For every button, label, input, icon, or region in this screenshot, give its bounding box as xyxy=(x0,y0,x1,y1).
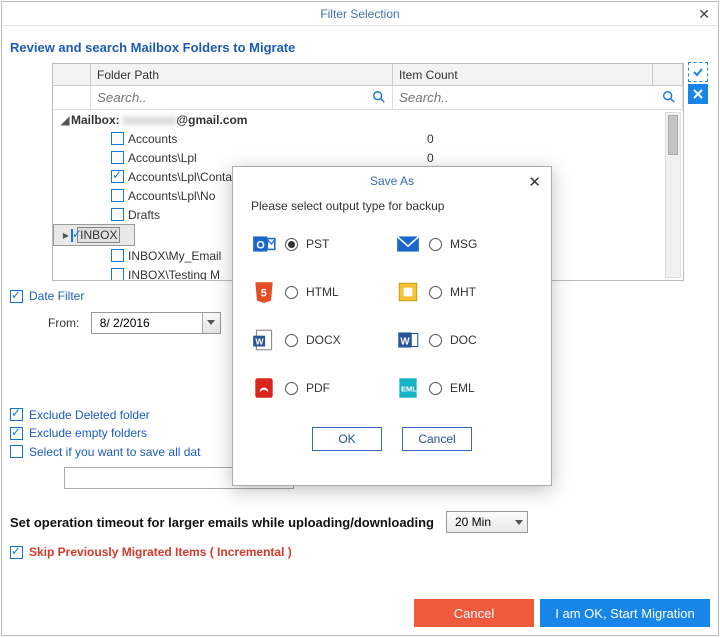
timeout-select[interactable]: 20 Min xyxy=(446,511,528,533)
header-item-count[interactable]: Item Count xyxy=(393,64,653,85)
folder-checkbox[interactable] xyxy=(111,268,124,280)
option-mht[interactable]: MHT xyxy=(395,279,533,305)
radio-docx[interactable] xyxy=(285,334,298,347)
radio-pdf[interactable] xyxy=(285,382,298,395)
filter-selection-window: Filter Selection ✕ Review and search Mai… xyxy=(1,1,719,636)
pdf-icon xyxy=(251,375,277,401)
folder-checkbox[interactable] xyxy=(111,208,124,221)
svg-text:EML: EML xyxy=(401,384,417,393)
exclude-deleted-checkbox[interactable]: Exclude Deleted folder xyxy=(10,408,150,422)
option-doc[interactable]: W DOC xyxy=(395,327,533,353)
radio-mht[interactable] xyxy=(429,286,442,299)
radio-eml[interactable] xyxy=(429,382,442,395)
mailbox-suffix: @gmail.com xyxy=(176,113,247,127)
option-pst[interactable]: O PST xyxy=(251,231,389,257)
search-folder-input[interactable] xyxy=(91,86,392,108)
mht-icon xyxy=(395,279,421,305)
close-icon[interactable]: ✕ xyxy=(528,169,541,197)
search-icon[interactable] xyxy=(372,90,386,104)
radio-doc[interactable] xyxy=(429,334,442,347)
select-all-icon[interactable] xyxy=(688,62,708,82)
expand-icon[interactable]: ▸ xyxy=(63,228,69,242)
folder-checkbox[interactable] xyxy=(111,189,124,202)
search-count-input[interactable] xyxy=(393,86,682,108)
collapse-icon[interactable]: ◢ xyxy=(59,113,71,127)
option-html[interactable]: 5 HTML xyxy=(251,279,389,305)
folder-checkbox[interactable] xyxy=(111,132,124,145)
envelope-icon xyxy=(395,231,421,257)
select-all-data-checkbox[interactable]: Select if you want to save all dat xyxy=(10,445,200,459)
search-icon[interactable] xyxy=(662,90,676,104)
chevron-down-icon xyxy=(515,520,523,525)
section-review-title: Review and search Mailbox Folders to Mig… xyxy=(10,40,710,55)
window-titlebar: Filter Selection ✕ xyxy=(2,2,718,26)
dialog-ok-button[interactable]: OK xyxy=(312,427,382,451)
svg-text:O: O xyxy=(256,239,264,251)
window-title: Filter Selection xyxy=(320,7,399,21)
svg-text:5: 5 xyxy=(261,287,267,299)
save-as-dialog: Save As ✕ Please select output type for … xyxy=(232,166,552,486)
option-eml[interactable]: EML EML xyxy=(395,375,533,401)
dialog-cancel-button[interactable]: Cancel xyxy=(402,427,472,451)
radio-pst[interactable] xyxy=(285,238,298,251)
dialog-message: Please select output type for backup xyxy=(233,195,551,223)
radio-msg[interactable] xyxy=(429,238,442,251)
tree-mailbox-row[interactable]: ◢ Mailbox: xxxxxxxx@gmail.com xyxy=(53,110,683,129)
cancel-button[interactable]: Cancel xyxy=(414,599,534,627)
svg-text:W: W xyxy=(400,336,410,347)
tree-scrollbar[interactable] xyxy=(665,112,681,278)
skip-migrated-checkbox[interactable]: Skip Previously Migrated Items ( Increme… xyxy=(10,545,292,559)
folder-checkbox[interactable] xyxy=(111,249,124,262)
tree-header-row: Folder Path Item Count xyxy=(53,64,683,86)
mailbox-prefix: Mailbox: xyxy=(71,113,123,127)
header-folder-path[interactable]: Folder Path xyxy=(91,64,393,85)
option-msg[interactable]: MSG xyxy=(395,231,533,257)
option-pdf[interactable]: PDF xyxy=(251,375,389,401)
folder-checkbox[interactable] xyxy=(111,151,124,164)
tree-row[interactable]: ▸INBOX xyxy=(53,224,135,246)
date-from-label: From: xyxy=(48,316,79,330)
radio-html[interactable] xyxy=(285,286,298,299)
outlook-icon: O xyxy=(251,231,277,257)
exclude-empty-checkbox[interactable]: Exclude empty folders xyxy=(10,426,147,440)
mailbox-redacted: xxxxxxxx xyxy=(123,113,176,127)
word-doc-icon: W xyxy=(395,327,421,353)
option-docx[interactable]: W DOCX xyxy=(251,327,389,353)
tree-row[interactable]: Accounts0 xyxy=(53,129,683,148)
folder-checkbox[interactable] xyxy=(71,229,73,242)
dialog-title: Save As xyxy=(370,174,414,188)
window-close-icon[interactable]: ✕ xyxy=(698,2,710,26)
clear-all-icon[interactable] xyxy=(688,84,708,104)
tree-row[interactable]: Accounts\Lpl0 xyxy=(53,148,683,167)
folder-checkbox[interactable] xyxy=(111,170,124,183)
eml-icon: EML xyxy=(395,375,421,401)
date-filter-checkbox[interactable]: Date Filter xyxy=(10,289,84,303)
timeout-label: Set operation timeout for larger emails … xyxy=(10,515,434,530)
date-from-input[interactable]: 8/ 2/2016 xyxy=(91,312,221,334)
html5-icon: 5 xyxy=(251,279,277,305)
date-picker-icon[interactable] xyxy=(202,313,220,333)
word-docx-icon: W xyxy=(251,327,277,353)
svg-text:W: W xyxy=(255,336,264,346)
start-migration-button[interactable]: I am OK, Start Migration xyxy=(540,599,710,627)
